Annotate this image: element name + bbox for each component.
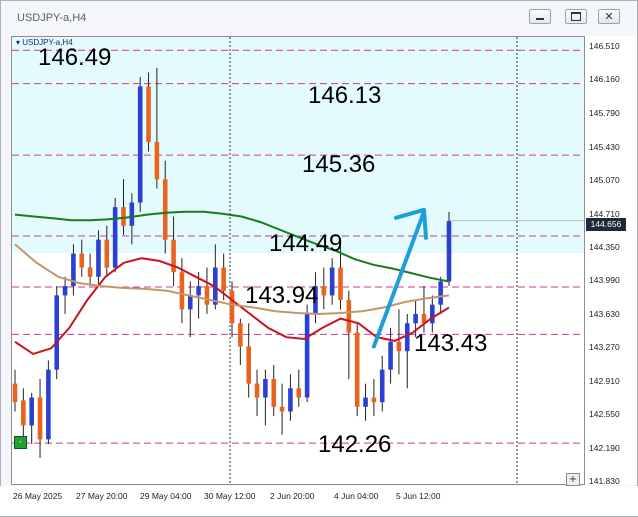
annotation-145-36: 145.36	[302, 151, 376, 178]
annotation-142-26: 142.26	[318, 431, 392, 458]
candle-body	[112, 207, 118, 268]
chart-plot-area[interactable]: ▾ USDJPY-a,H4	[11, 36, 585, 485]
price-tick-label: 146.160	[589, 73, 620, 84]
candle-body	[354, 332, 360, 407]
time-tick-label: 29 May 04:00	[140, 491, 192, 501]
candle-body	[21, 400, 26, 426]
candle-body	[430, 304, 435, 324]
candle-body	[79, 253, 85, 268]
restore-button[interactable]	[565, 9, 587, 24]
one-click-trading-toggle[interactable]: -	[14, 436, 27, 449]
candle-body	[154, 142, 160, 180]
candle-body	[179, 272, 185, 310]
candle-body	[238, 323, 243, 347]
candle-body	[121, 207, 126, 226]
candle-body	[379, 369, 385, 403]
candle-body	[263, 378, 268, 398]
candle-body	[204, 286, 210, 305]
candle-body	[12, 383, 18, 403]
candle-body	[371, 397, 377, 403]
candle-body	[229, 290, 235, 324]
minimize-icon	[536, 18, 544, 20]
restore-icon	[571, 12, 581, 21]
candle-body	[187, 295, 193, 310]
title-bar: USDJPY-a,H4 ✕	[1, 1, 637, 31]
zoom-plus-button[interactable]: +	[566, 473, 580, 486]
candle-body	[271, 378, 277, 407]
moving-average-line-0	[14, 210, 450, 283]
price-tick-label: 145.790	[589, 108, 620, 119]
candle-body	[29, 397, 34, 426]
candle-body	[62, 286, 68, 296]
time-tick-label: 26 May 2025	[13, 491, 63, 501]
candle-body	[279, 406, 285, 412]
annotation-146-13: 146.13	[308, 82, 382, 109]
annotation-143-94: 143.94	[245, 282, 319, 309]
price-tick-label: 146.510	[589, 41, 620, 52]
price-tick-label: 143.270	[589, 342, 620, 353]
candle-body	[396, 341, 402, 352]
candle-body	[438, 281, 443, 305]
candle-body	[221, 267, 226, 291]
annotation-143-43: 143.43	[414, 330, 488, 357]
price-tick-label: 144.350	[589, 241, 620, 252]
candle-body	[137, 86, 143, 203]
time-tick-label: 5 Jun 12:00	[396, 491, 441, 501]
close-button[interactable]: ✕	[598, 9, 620, 24]
price-tick-label: 145.430	[589, 141, 620, 152]
candle-body	[296, 388, 302, 398]
price-tick-label: 143.630	[589, 308, 620, 319]
candle-body	[388, 341, 393, 370]
candle-body	[446, 221, 452, 282]
chart-svg	[12, 37, 584, 484]
current-price-badge: 144.656	[586, 218, 626, 231]
candle-body	[254, 383, 260, 398]
price-tick-label: 145.070	[589, 175, 620, 186]
candle-body	[162, 179, 168, 240]
annotation-144-49: 144.49	[269, 230, 343, 257]
candle-body	[246, 346, 251, 384]
candle-body	[329, 267, 335, 296]
candle-body	[321, 286, 327, 296]
annotation-146-49: 146.49	[38, 44, 112, 71]
time-tick-label: 4 Jun 04:00	[334, 491, 379, 501]
candle-body	[37, 397, 43, 440]
candle-body	[304, 313, 310, 398]
close-icon: ✕	[604, 10, 614, 23]
price-tick-label: 141.830	[589, 476, 620, 486]
time-tick-label: 30 May 12:00	[204, 491, 256, 501]
candle-body	[54, 295, 60, 370]
price-tick-label: 143.990	[589, 275, 620, 286]
price-tick-label: 142.550	[589, 409, 620, 420]
price-tick-label: 142.190	[589, 442, 620, 453]
candle-body	[413, 313, 418, 324]
time-tick-label: 27 May 20:00	[76, 491, 128, 501]
candle-body	[196, 286, 201, 296]
candle-body	[46, 369, 51, 440]
candle-body	[104, 239, 110, 268]
candle-body	[96, 239, 101, 277]
candle-body	[129, 202, 135, 226]
candle-body	[288, 388, 293, 412]
window-title: USDJPY-a,H4	[17, 12, 87, 24]
candle-body	[346, 300, 352, 333]
candle-body	[363, 397, 368, 407]
time-tick-label: 2 Jun 20:00	[270, 491, 315, 501]
minimize-button[interactable]	[529, 9, 551, 24]
candle-body	[404, 323, 410, 352]
candle-body	[87, 267, 93, 277]
candle-body	[146, 86, 151, 143]
candle-body	[338, 267, 343, 301]
price-tick-label: 142.910	[589, 375, 620, 386]
